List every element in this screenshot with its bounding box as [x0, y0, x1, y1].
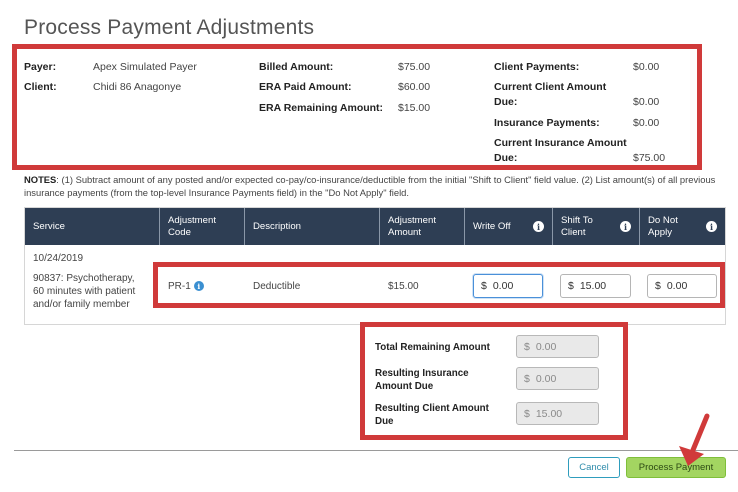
resulting-client-due-field: $15.00: [516, 402, 599, 425]
write-off-info-icon[interactable]: i: [533, 221, 544, 232]
col-write-off-label: Write Off: [473, 220, 511, 232]
resulting-insurance-due-line1: Resulting Insurance: [375, 368, 469, 379]
col-adjustment-code-line2: Code: [168, 226, 191, 238]
resulting-insurance-due-value: 0.00: [535, 372, 557, 385]
era-remaining-value: $15.00: [398, 102, 431, 114]
era-paid-label: ERA Paid Amount:: [259, 81, 352, 93]
payer-label: Payer:: [24, 61, 57, 73]
payer-value: Apex Simulated Payer: [93, 61, 197, 73]
resulting-insurance-due-field: $0.00: [516, 367, 599, 390]
shift-to-client-value: 15.00: [579, 280, 607, 292]
page-title: Process Payment Adjustments: [24, 16, 315, 39]
current-insurance-due-label: Current Insurance Amount Due:: [494, 137, 627, 165]
shift-to-client-input[interactable]: $15.00: [560, 274, 631, 298]
total-remaining-value: 0.00: [535, 340, 557, 353]
col-description-label: Description: [253, 220, 301, 232]
current-client-due-label: Current Client Amount Due:: [494, 81, 606, 109]
billed-amount-label: Billed Amount:: [259, 61, 334, 73]
billed-amount-value: $75.00: [398, 61, 431, 73]
total-remaining-currency: $: [524, 340, 530, 353]
adjustment-code-info-icon[interactable]: i: [193, 281, 204, 292]
write-off-input[interactable]: $0.00: [473, 274, 543, 298]
col-adjustment-amount-line2: Amount: [388, 226, 422, 238]
col-do-not-apply-line2: Apply: [648, 226, 672, 238]
cancel-button[interactable]: Cancel: [568, 457, 620, 478]
resulting-insurance-due-currency: $: [524, 372, 530, 385]
era-paid-value: $60.00: [398, 81, 431, 93]
process-payment-button[interactable]: Process Payment: [626, 457, 726, 478]
current-insurance-due-label-line2: Due:: [494, 152, 518, 164]
resulting-insurance-due-line2: Amount Due: [375, 381, 434, 392]
resulting-client-due-value: 15.00: [535, 407, 563, 420]
notes-label: NOTES: [24, 174, 57, 185]
era-remaining-label: ERA Remaining Amount:: [259, 102, 384, 114]
col-description: Description: [245, 208, 380, 245]
col-adjustment-code: Adjustment Code: [160, 208, 245, 245]
adjustments-table: Service Adjustment Code Description Adjus…: [24, 207, 726, 325]
write-off-value: 0.00: [492, 280, 514, 292]
col-adjustment-amount-line1: Adjustment: [388, 214, 436, 226]
do-not-apply-info-icon[interactable]: i: [706, 221, 717, 232]
service-line3: and/or family member: [33, 299, 130, 310]
shift-to-client-info-icon[interactable]: i: [620, 221, 631, 232]
client-value: Chidi 86 Anagonye: [93, 81, 182, 93]
arrow-shaft: [690, 413, 710, 453]
insurance-payments-value: $0.00: [633, 117, 660, 129]
insurance-payments-label: Insurance Payments:: [494, 117, 600, 129]
col-service: Service: [25, 208, 160, 245]
footer-divider: [14, 450, 738, 451]
col-shift-to-client-line1: Shift To: [561, 214, 593, 226]
adjustment-code: PR-1 i: [168, 280, 204, 293]
resulting-client-due-currency: $: [524, 407, 530, 420]
resulting-client-due-line1: Resulting Client Amount: [375, 403, 489, 414]
resulting-client-due-label: Resulting Client Amount Due: [375, 402, 489, 428]
adjustment-amount: $15.00: [388, 281, 419, 292]
col-do-not-apply: Do Not Apply i: [640, 208, 725, 245]
total-remaining-field: $0.00: [516, 335, 599, 358]
service-date: 10/24/2019: [33, 253, 84, 264]
col-shift-to-client-line2: Client: [561, 226, 586, 238]
client-payments-label: Client Payments:: [494, 61, 580, 73]
current-client-due-label-line1: Current Client Amount: [494, 81, 607, 93]
shift-to-client-currency: $: [568, 280, 574, 292]
current-insurance-due-label-line1: Current Insurance Amount: [494, 137, 627, 149]
col-shift-to-client: Shift To Client i: [553, 208, 640, 245]
client-payments-value: $0.00: [633, 61, 660, 73]
current-client-due-value: $0.00: [633, 96, 660, 108]
do-not-apply-input[interactable]: $0.00: [647, 274, 717, 298]
table-header: Service Adjustment Code Description Adjus…: [25, 208, 725, 245]
do-not-apply-currency: $: [655, 280, 661, 292]
write-off-currency: $: [481, 280, 487, 292]
total-remaining-label: Total Remaining Amount: [375, 342, 490, 353]
col-adjustment-code-line1: Adjustment: [168, 214, 216, 226]
notes-body: : (1) Subtract amount of any posted and/…: [24, 174, 716, 198]
col-adjustment-amount: Adjustment Amount: [380, 208, 465, 245]
notes-text: NOTES: (1) Subtract amount of any posted…: [24, 173, 724, 199]
resulting-client-due-line2: Due: [375, 416, 394, 427]
do-not-apply-value: 0.00: [666, 280, 688, 292]
col-service-label: Service: [33, 220, 65, 232]
adjustment-description: Deductible: [253, 281, 301, 292]
client-label: Client:: [24, 81, 57, 93]
current-client-due-label-line2: Due:: [494, 96, 518, 108]
adjustment-code-value: PR-1: [168, 281, 191, 292]
service-description: 90837: Psychotherapy, 60 minutes with pa…: [33, 272, 135, 311]
current-insurance-due-value: $75.00: [633, 152, 666, 164]
service-line1: 90837: Psychotherapy,: [33, 273, 135, 284]
resulting-insurance-due-label: Resulting Insurance Amount Due: [375, 367, 469, 393]
service-line2: 60 minutes with patient: [33, 286, 136, 297]
col-do-not-apply-line1: Do Not: [648, 214, 678, 226]
col-write-off: Write Off i: [465, 208, 553, 245]
